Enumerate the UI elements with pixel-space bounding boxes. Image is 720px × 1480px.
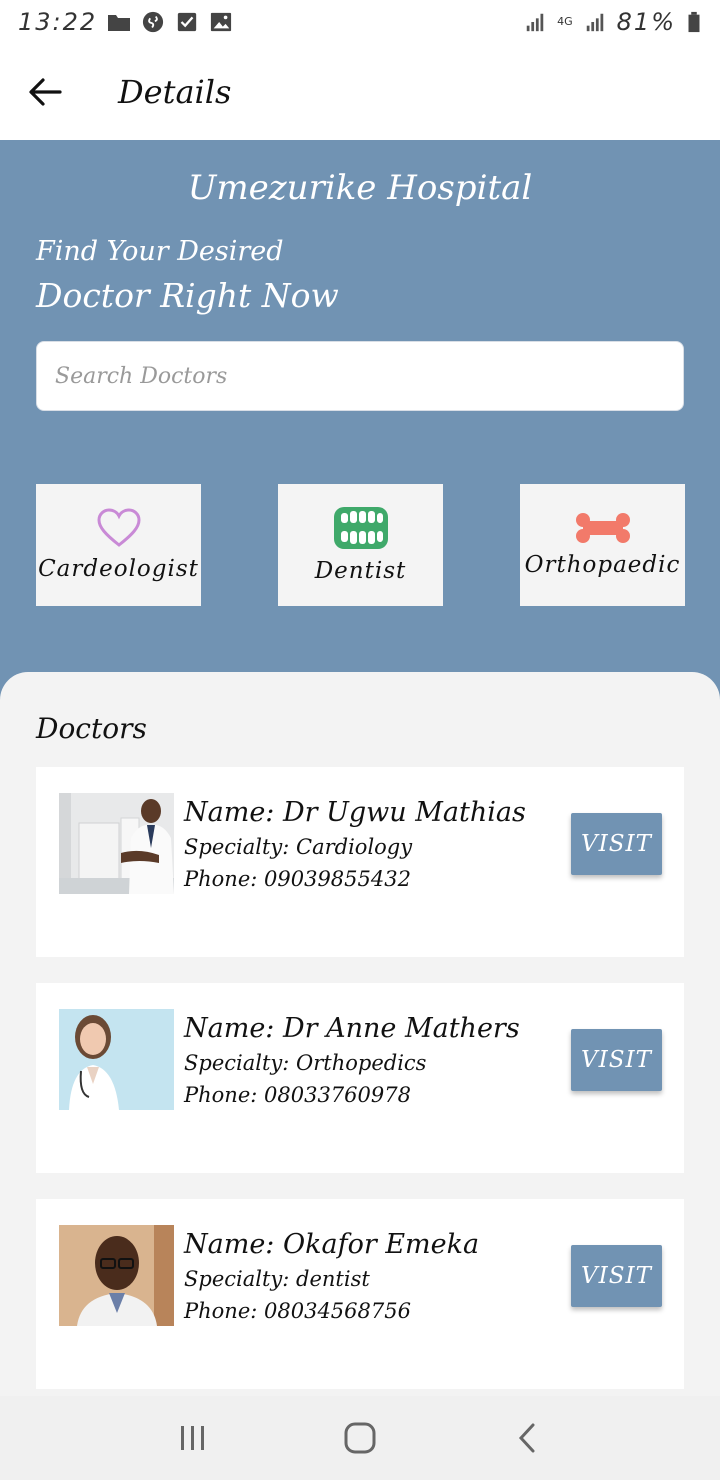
doctor-card: Name: Dr Anne Mathers Specialty: Orthope… — [36, 983, 684, 1173]
status-time: 13:22 — [18, 8, 98, 36]
page-title: Details — [118, 73, 232, 111]
category-cardiologist[interactable]: Cardeologist — [36, 484, 201, 606]
visit-button[interactable]: VISIT — [571, 1245, 662, 1307]
search-input[interactable] — [55, 363, 683, 389]
nav-back-button[interactable] — [497, 1408, 557, 1468]
network-type: 4G — [557, 15, 573, 28]
doctor-specialty: Specialty: Cardiology — [184, 835, 413, 859]
battery-percent: 81% — [616, 8, 676, 36]
doctor-phone: Phone: 08034568756 — [184, 1299, 411, 1323]
doctor-name: Name: Okafor Emeka — [184, 1229, 480, 1260]
doctor-avatar — [59, 1225, 174, 1326]
category-orthopaedic[interactable]: Orthopaedic — [520, 484, 685, 606]
doctor-card: Name: Dr Ugwu Mathias Specialty: Cardiol… — [36, 767, 684, 957]
category-label: Orthopaedic — [524, 552, 681, 578]
heart-icon — [96, 508, 141, 547]
section-title: Doctors — [36, 712, 147, 745]
back-icon — [518, 1423, 535, 1453]
shazam-icon — [143, 11, 164, 33]
doctor-info: Name: Dr Ugwu Mathias Specialty: Cardiol… — [184, 795, 526, 895]
category-label: Dentist — [314, 558, 407, 584]
doctor-avatar — [59, 793, 174, 894]
category-dentist[interactable]: Dentist — [278, 484, 443, 606]
doctor-specialty: Specialty: Orthopedics — [184, 1051, 427, 1075]
recent-apps-icon — [181, 1426, 205, 1450]
doctor-name: Name: Dr Ugwu Mathias — [184, 797, 526, 828]
status-bar: 13:22 4G 81% — [0, 0, 720, 44]
folder-icon — [108, 15, 131, 31]
doctor-avatar — [59, 1009, 174, 1110]
system-nav-bar — [0, 1396, 720, 1480]
checkbox-icon — [178, 12, 197, 32]
doctor-info: Name: Okafor Emeka Specialty: dentist Ph… — [184, 1227, 479, 1327]
doctor-specialty: Specialty: dentist — [184, 1267, 370, 1291]
hero-section: Umezurike Hospital Find Your Desired Doc… — [0, 140, 720, 700]
status-left: 13:22 — [18, 8, 233, 36]
recent-apps-button[interactable] — [163, 1408, 223, 1468]
doctor-name: Name: Dr Anne Mathers — [184, 1013, 520, 1044]
battery-icon — [688, 11, 700, 33]
status-right: 4G 81% — [523, 8, 702, 36]
category-label: Cardeologist — [38, 556, 199, 582]
visit-button[interactable]: VISIT — [571, 1029, 662, 1091]
signal-icon — [586, 13, 603, 32]
doctor-phone: Phone: 08033760978 — [184, 1083, 411, 1107]
teeth-icon — [333, 507, 388, 549]
tagline-line-2: Doctor Right Now — [36, 276, 339, 315]
arrow-left-icon — [29, 78, 62, 106]
home-button[interactable] — [330, 1408, 390, 1468]
tagline-line-1: Find Your Desired — [36, 236, 284, 267]
back-button[interactable] — [0, 44, 90, 140]
doctors-sheet: Doctors Name: Dr Ugwu Mathias Specialty:… — [0, 672, 720, 1396]
home-icon — [344, 1422, 376, 1454]
doctor-info: Name: Dr Anne Mathers Specialty: Orthope… — [184, 1011, 520, 1111]
visit-button[interactable]: VISIT — [571, 813, 662, 875]
hospital-name: Umezurike Hospital — [187, 168, 533, 208]
doctor-phone: Phone: 09039855432 — [184, 867, 411, 891]
search-box[interactable] — [36, 341, 684, 411]
bone-icon — [575, 513, 630, 543]
image-icon — [211, 12, 232, 32]
doctor-card: Name: Okafor Emeka Specialty: dentist Ph… — [36, 1199, 684, 1389]
signal-icon — [526, 13, 544, 32]
app-bar: Details — [0, 44, 720, 140]
